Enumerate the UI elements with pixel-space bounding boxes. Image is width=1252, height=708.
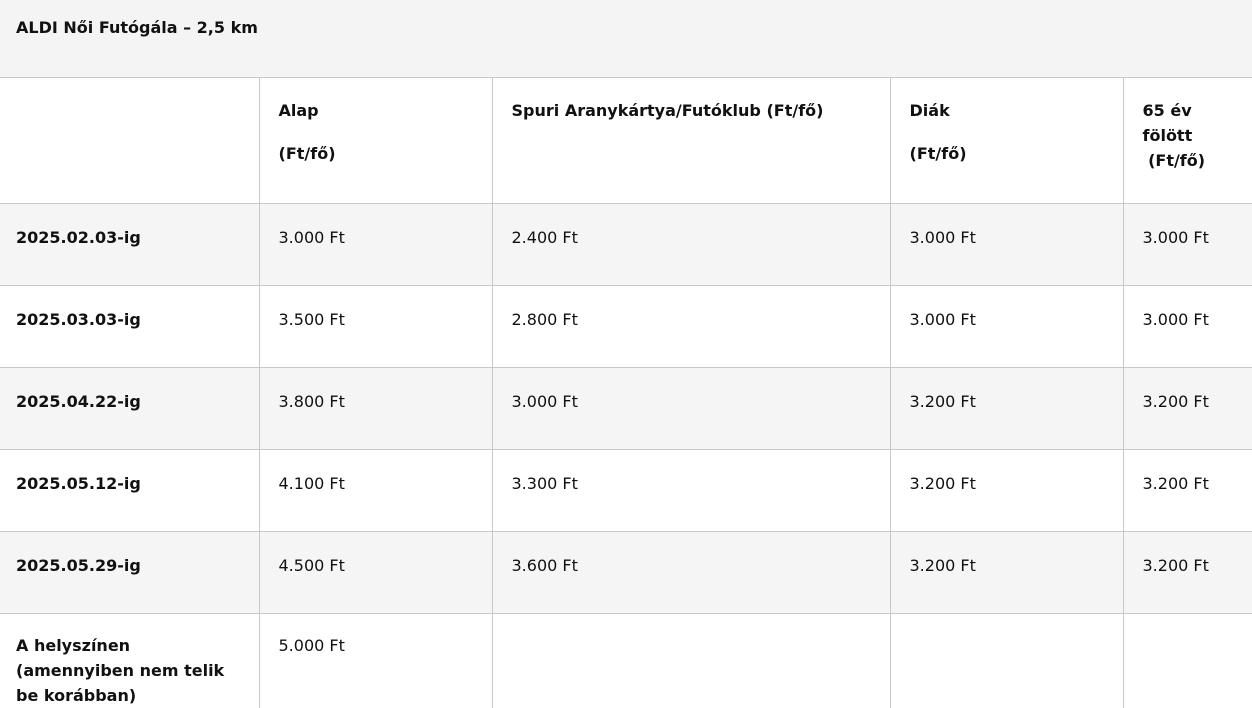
- price-cell: 3.600 Ft: [491, 531, 890, 614]
- price-cell: 5.000 Ft: [258, 613, 492, 708]
- header-name: Spuri Aranykártya/Futóklub (Ft/fő): [511, 101, 824, 120]
- table-header-row: Alap (Ft/fő) Spuri Aranykártya/Futóklub …: [0, 78, 1252, 204]
- table-title: ALDI Női Futógála – 2,5 km: [0, 0, 1252, 78]
- header-cell-65: 65 év fölött (Ft/fő): [1122, 78, 1252, 204]
- row-label: 2025.02.03-ig: [0, 203, 259, 286]
- header-name: Diák: [909, 101, 950, 120]
- price-cell: [889, 613, 1123, 708]
- table-row: 2025.02.03-ig 3.000 Ft 2.400 Ft 3.000 Ft…: [0, 203, 1252, 286]
- table-row: 2025.05.29-ig 4.500 Ft 3.600 Ft 3.200 Ft…: [0, 531, 1252, 614]
- header-name: Alap: [278, 101, 319, 120]
- price-cell: 3.200 Ft: [889, 531, 1123, 614]
- row-label: 2025.05.29-ig: [0, 531, 259, 614]
- price-table: Alap (Ft/fő) Spuri Aranykártya/Futóklub …: [0, 78, 1252, 708]
- price-cell: 3.200 Ft: [889, 449, 1123, 532]
- row-label: A helyszínen (amennyiben nem telik be ko…: [16, 635, 225, 705]
- row-label: 2025.03.03-ig: [0, 285, 259, 368]
- header-name: 65 év fölött: [1142, 101, 1193, 145]
- header-unit: (Ft/fő): [909, 144, 967, 163]
- header-empty-cell: [0, 78, 259, 204]
- price-cell: 3.000 Ft: [258, 203, 492, 286]
- price-cell: 3.000 Ft: [491, 367, 890, 450]
- price-cell: 4.100 Ft: [258, 449, 492, 532]
- price-cell: 3.500 Ft: [258, 285, 492, 368]
- header-cell-spuri: Spuri Aranykártya/Futóklub (Ft/fő): [491, 78, 890, 204]
- price-cell: 3.300 Ft: [491, 449, 890, 532]
- header-cell-alap: Alap (Ft/fő): [258, 78, 492, 204]
- price-cell: 3.000 Ft: [1122, 203, 1252, 286]
- table-row: 2025.04.22-ig 3.800 Ft 3.000 Ft 3.200 Ft…: [0, 367, 1252, 450]
- price-cell: 3.200 Ft: [1122, 367, 1252, 450]
- price-cell: 3.200 Ft: [1122, 449, 1252, 532]
- row-label: 2025.04.22-ig: [0, 367, 259, 450]
- price-cell: 2.800 Ft: [491, 285, 890, 368]
- table-row: 2025.03.03-ig 3.500 Ft 2.800 Ft 3.000 Ft…: [0, 285, 1252, 368]
- header-unit: (Ft/fő): [1142, 151, 1206, 170]
- price-cell: 3.200 Ft: [889, 367, 1123, 450]
- price-cell: [1122, 613, 1252, 708]
- table-row: 2025.05.12-ig 4.100 Ft 3.300 Ft 3.200 Ft…: [0, 449, 1252, 532]
- price-cell: 3.000 Ft: [889, 203, 1123, 286]
- price-cell: 3.000 Ft: [1122, 285, 1252, 368]
- header-cell-diak: Diák (Ft/fő): [889, 78, 1123, 204]
- price-cell: 3.200 Ft: [1122, 531, 1252, 614]
- price-cell: 4.500 Ft: [258, 531, 492, 614]
- price-cell: 3.800 Ft: [258, 367, 492, 450]
- price-cell: [491, 613, 890, 708]
- price-cell: 3.000 Ft: [889, 285, 1123, 368]
- row-label: 2025.05.12-ig: [0, 449, 259, 532]
- table-row: A helyszínen (amennyiben nem telik be ko…: [0, 613, 1252, 708]
- header-unit: (Ft/fő): [278, 144, 336, 163]
- price-cell: 2.400 Ft: [491, 203, 890, 286]
